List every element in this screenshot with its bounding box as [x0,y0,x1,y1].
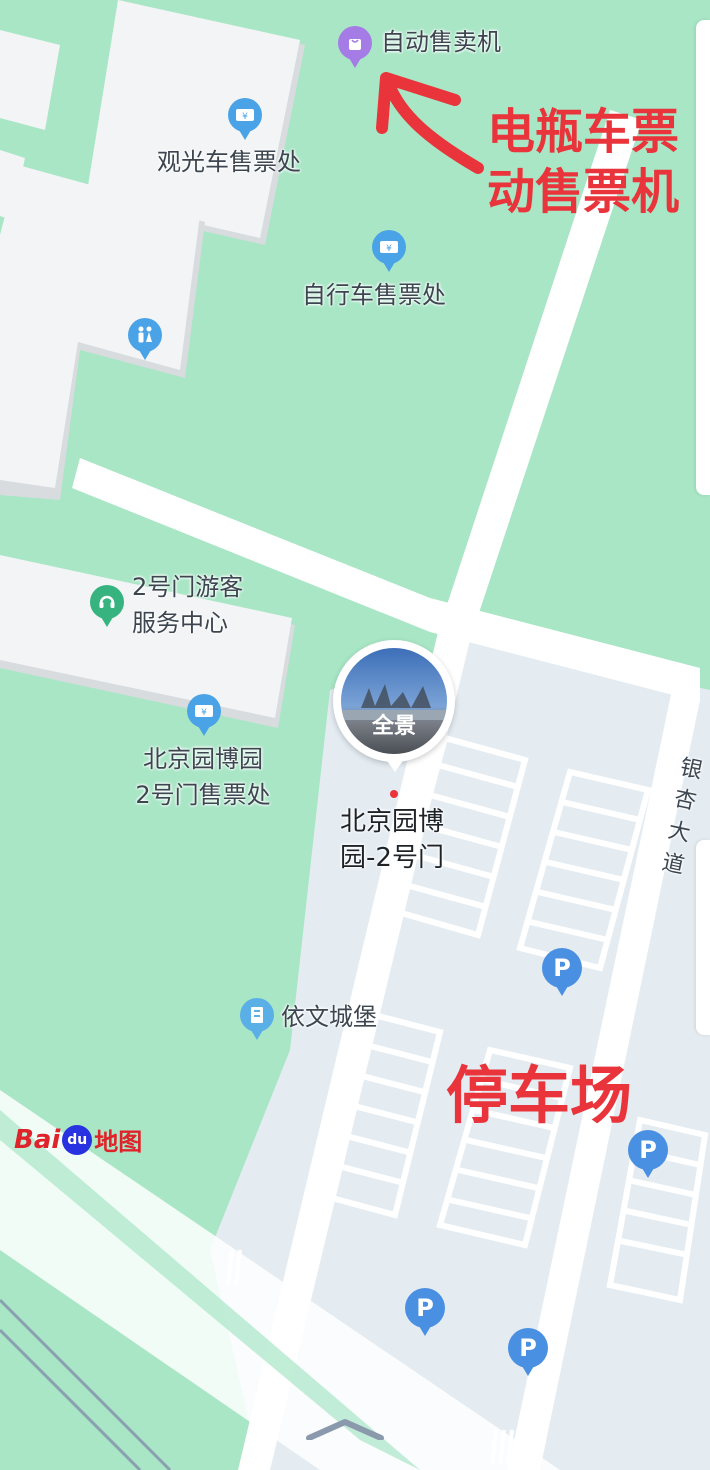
annotation-parking: 停车场 [446,1059,633,1132]
parking-pin-label: P [639,1136,657,1164]
location-dot [390,790,398,798]
svg-text:¥: ¥ [242,112,248,122]
parking-icon[interactable]: P [508,1328,548,1368]
map-side-panel-tab-2[interactable] [696,840,710,1035]
poi-label-gate2-ticket-line2[interactable]: 2号门售票处 [116,778,290,812]
poi-label-visitor-center-line2[interactable]: 服务中心 [132,606,228,640]
annotation-ticket-machine-line1: 电瓶车票 [487,104,680,160]
parking-icon[interactable]: P [628,1130,668,1170]
ticket-icon[interactable]: ¥ [187,694,221,728]
restroom-icon[interactable] [128,318,162,352]
panorama-badge: 全景 [371,714,416,739]
chevron-up-icon[interactable] [305,1418,385,1440]
panorama-pointer [385,758,405,772]
headset-icon[interactable] [90,585,124,619]
logo-text-bai: Bai [14,1124,61,1155]
pano-title-line1[interactable]: 北京园博 [322,804,462,840]
baidu-map-logo: Bai du 地图 [14,1122,142,1157]
building-icon[interactable] [240,998,274,1032]
parking-icon[interactable]: P [405,1288,445,1328]
poi-label-yiwen-castle[interactable]: 依文城堡 [281,1000,377,1034]
pano-title-line2[interactable]: 园-2号门 [322,840,462,876]
poi-label-vending[interactable]: 自动售卖机 [381,25,501,59]
map-canvas[interactable]: 自动售卖机 ¥ 观光车售票处 ¥ 自行车售票处 2号门游客 服务中心 ¥ 北京园… [0,0,710,1470]
map-side-panel-tab[interactable] [696,20,710,495]
parking-pin-label: P [416,1294,434,1322]
ticket-icon[interactable]: ¥ [372,230,406,264]
poi-label-visitor-center-line1[interactable]: 2号门游客 [132,570,243,604]
svg-text:¥: ¥ [386,244,392,254]
poi-label-sightseeing-ticket[interactable]: 观光车售票处 [157,145,301,179]
svg-text:¥: ¥ [201,708,207,718]
poi-label-gate2-ticket-line1[interactable]: 北京园博园 [128,742,278,776]
annotation-ticket-machine-line2: 动售票机 [487,164,680,220]
poi-label-bicycle-ticket[interactable]: 自行车售票处 [302,278,446,312]
parking-icon[interactable]: P [542,948,582,988]
panorama-marker[interactable]: 全景 [333,640,455,762]
logo-text-ditu: 地图 [94,1128,143,1156]
ticket-icon[interactable]: ¥ [228,98,262,132]
parking-pin-label: P [553,954,571,982]
paw-icon: du [62,1124,93,1155]
panorama-thumbnail: 全景 [341,648,447,754]
shopping-bag-icon[interactable] [338,26,372,60]
parking-pin-label: P [519,1334,537,1362]
